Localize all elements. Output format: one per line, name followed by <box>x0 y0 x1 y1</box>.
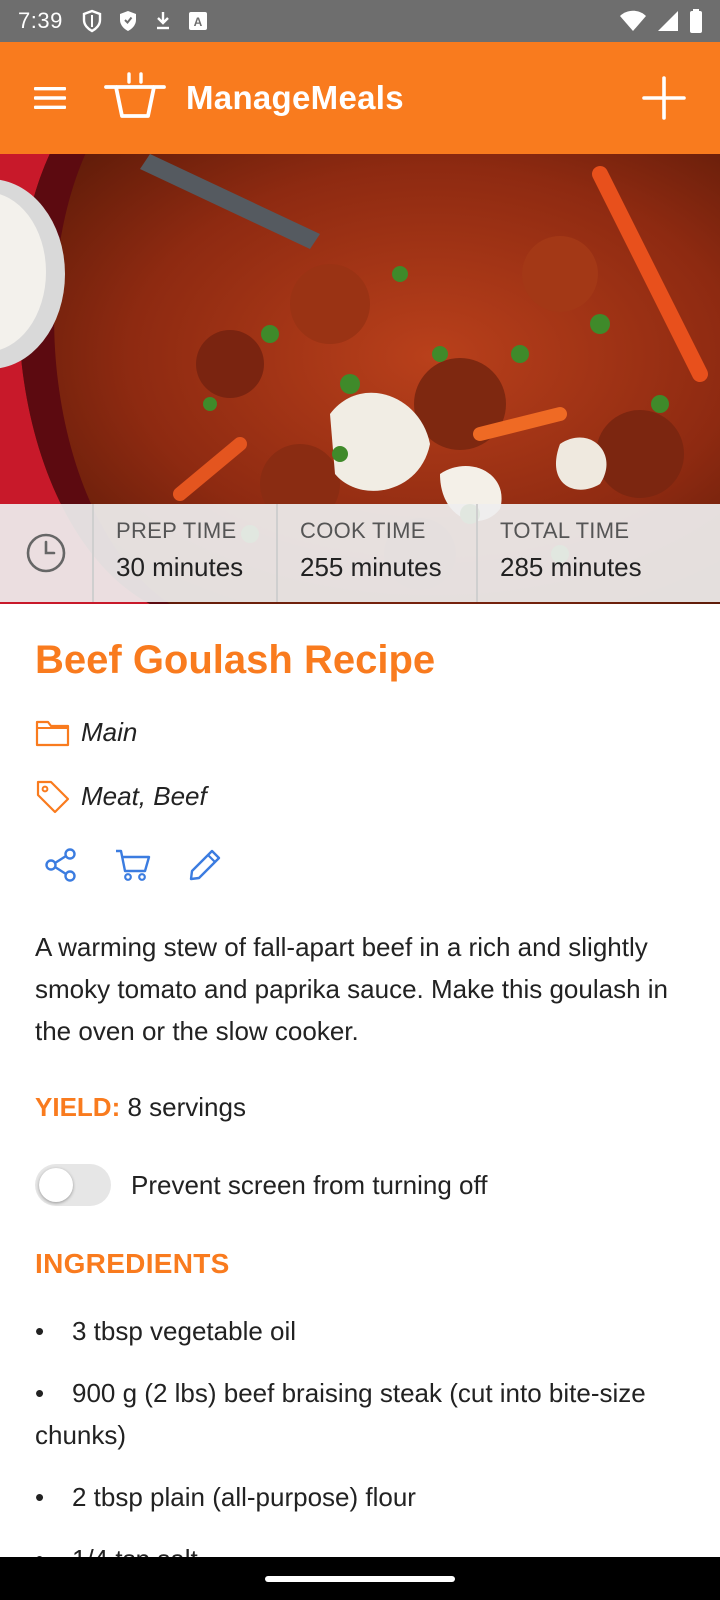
status-notification-icons: A <box>81 9 209 33</box>
signal-icon <box>658 11 678 31</box>
badge-shield-icon <box>119 11 136 31</box>
ingredients-heading: INGREDIENTS <box>35 1248 230 1279</box>
pencil-icon <box>189 849 221 881</box>
prep-time-label: PREP TIME <box>116 518 237 543</box>
status-system-icons <box>618 8 704 34</box>
ingredient-text: 3 tbsp vegetable oil <box>72 1316 297 1346</box>
recipe-description: A warming stew of fall-apart beef in a r… <box>35 932 669 1046</box>
tag-icon <box>36 780 70 814</box>
prep-time-value: 30 minutes <box>116 552 244 582</box>
total-time-cell: TOTAL TIME 285 minutes <box>478 504 720 602</box>
download-icon <box>156 12 169 30</box>
cook-time-label: COOK TIME <box>300 518 426 543</box>
time-clock-cell <box>0 504 94 602</box>
edit-recipe-button[interactable] <box>186 846 224 884</box>
font-icon: A <box>188 12 207 30</box>
share-icon <box>45 848 76 882</box>
battery-icon <box>690 9 702 33</box>
add-to-cart-button[interactable] <box>114 846 152 884</box>
share-button[interactable] <box>42 846 80 884</box>
cook-time-value: 255 minutes <box>300 552 442 582</box>
folder-icon <box>35 720 70 747</box>
shield-icon <box>82 9 102 33</box>
home-gesture-handle[interactable] <box>265 1575 455 1582</box>
pot-icon <box>104 71 166 118</box>
app-title: ManageMeals <box>186 79 404 116</box>
recipe-tags: Meat, Beef <box>35 778 207 814</box>
menu-button[interactable] <box>24 72 76 124</box>
recipe-times-bar: PREP TIME 30 minutes COOK TIME 255 minut… <box>0 504 720 602</box>
keep-screen-on-switch[interactable] <box>35 1164 111 1206</box>
ingredient-text: 2 tbsp plain (all-purpose) flour <box>72 1482 416 1512</box>
status-bar: 7:39 A <box>0 0 720 42</box>
clock-icon <box>26 533 66 573</box>
hamburger-menu-icon <box>34 87 66 109</box>
app-bar: ManageMeals <box>0 42 720 154</box>
total-time-label: TOTAL TIME <box>500 518 630 543</box>
recipe-actions <box>42 846 224 884</box>
ingredient-item: • 3 tbsp vegetable oil <box>35 1316 297 1346</box>
yield-label: YIELD: <box>35 1092 121 1122</box>
ingredient-item: • 900 g (2 lbs) beef braising steak (cut … <box>35 1378 646 1450</box>
svg-text:A: A <box>193 15 202 29</box>
app-logo <box>104 70 166 127</box>
yield-value: 8 servings <box>127 1092 246 1122</box>
switch-knob <box>39 1168 73 1202</box>
total-time-value: 285 minutes <box>500 552 642 582</box>
keep-screen-on-row: Prevent screen from turning off <box>35 1164 487 1206</box>
plus-icon <box>642 76 686 120</box>
keep-screen-on-label: Prevent screen from turning off <box>131 1169 488 1200</box>
ingredient-item: • 2 tbsp plain (all-purpose) flour <box>35 1482 416 1512</box>
ingredient-text: 900 g (2 lbs) beef braising steak (cut i… <box>35 1378 646 1450</box>
recipe-category: Main <box>35 716 137 748</box>
system-navigation-bar <box>0 1557 720 1600</box>
recipe-title: Beef Goulash Recipe <box>35 638 436 682</box>
add-recipe-button[interactable] <box>638 72 690 124</box>
recipe-yield: YIELD: 8 servings <box>35 1092 246 1123</box>
prep-time-cell: PREP TIME 30 minutes <box>94 504 278 602</box>
status-time: 7:39 <box>18 8 63 33</box>
shopping-cart-icon <box>116 849 151 881</box>
tags-text: Meat, Beef <box>81 780 207 811</box>
category-text: Main <box>81 716 138 747</box>
wifi-icon <box>620 10 646 31</box>
cook-time-cell: COOK TIME 255 minutes <box>278 504 478 602</box>
